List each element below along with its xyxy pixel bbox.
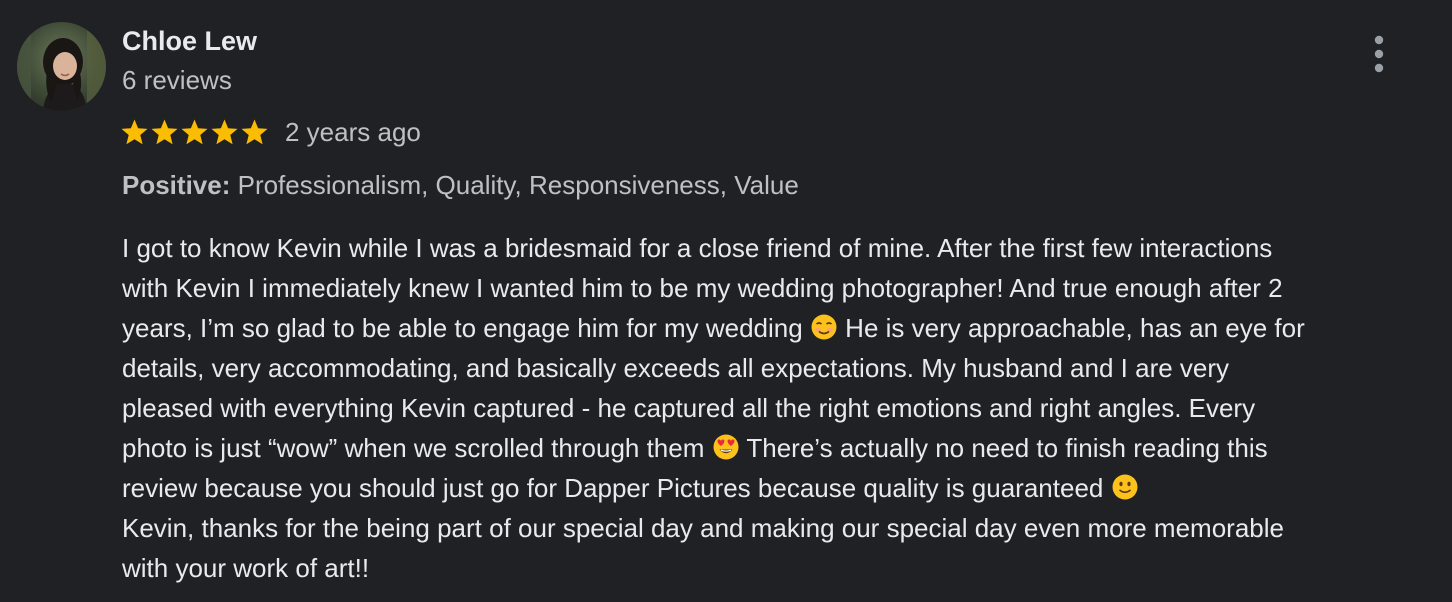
more-vertical-icon <box>1374 35 1384 73</box>
star-icon <box>240 118 269 146</box>
rating-row: 2 years ago <box>120 114 421 150</box>
review-text-line: review because you should just go for Da… <box>122 468 1442 508</box>
highlights-values: Professionalism, Quality, Responsiveness… <box>230 170 799 200</box>
heart-eyes-icon <box>712 433 740 461</box>
review-text-line: with Kevin I immediately knew I wanted h… <box>122 268 1442 308</box>
reviewer-name[interactable]: Chloe Lew <box>122 24 257 58</box>
review-text-line: with your work of art!! <box>122 548 1442 588</box>
smiling-face-icon <box>810 313 838 341</box>
review-text-segment: photo is just “wow” when we scrolled thr… <box>122 433 712 463</box>
review-text-line: Kevin, thanks for the being part of our … <box>122 508 1442 548</box>
reviewer-review-count[interactable]: 6 reviews <box>122 63 232 97</box>
highlights-label: Positive: <box>122 170 231 200</box>
star-icon <box>120 118 149 146</box>
review-text-segment: He is very approachable, has an eye for <box>837 313 1305 343</box>
star-rating <box>120 118 269 146</box>
review-body: I got to know Kevin while I was a brides… <box>122 228 1442 588</box>
review-card: Chloe Lew 6 reviews 2 years ago Positive… <box>0 0 1452 602</box>
reviewer-avatar[interactable] <box>17 22 106 111</box>
review-highlights: Positive: Professionalism, Quality, Resp… <box>122 168 799 202</box>
star-icon <box>150 118 179 146</box>
review-text-segment: years, I’m so glad to be able to engage … <box>122 313 810 343</box>
review-text-segment: There’s actually no need to finish readi… <box>739 433 1268 463</box>
star-icon <box>210 118 239 146</box>
review-text-line: I got to know Kevin while I was a brides… <box>122 228 1442 268</box>
more-options-button[interactable] <box>1360 30 1398 78</box>
review-text-segment: details, very accommodating, and basical… <box>122 353 1230 383</box>
review-text-line: photo is just “wow” when we scrolled thr… <box>122 428 1442 468</box>
review-text-segment: with Kevin I immediately knew I wanted h… <box>122 273 1283 303</box>
slight-smile-icon <box>1111 473 1139 501</box>
review-text-segment: with your work of art!! <box>122 553 370 583</box>
profile-photo <box>17 22 106 111</box>
review-text-line: years, I’m so glad to be able to engage … <box>122 308 1442 348</box>
review-date: 2 years ago <box>285 117 421 147</box>
review-text-segment: pleased with everything Kevin captured -… <box>122 393 1256 423</box>
star-icon <box>180 118 209 146</box>
review-text-segment: review because you should just go for Da… <box>122 473 1111 503</box>
review-text-line: pleased with everything Kevin captured -… <box>122 388 1442 428</box>
review-text-segment: I got to know Kevin while I was a brides… <box>122 233 1273 263</box>
review-text-segment: Kevin, thanks for the being part of our … <box>122 513 1284 543</box>
review-text-line: details, very accommodating, and basical… <box>122 348 1442 388</box>
